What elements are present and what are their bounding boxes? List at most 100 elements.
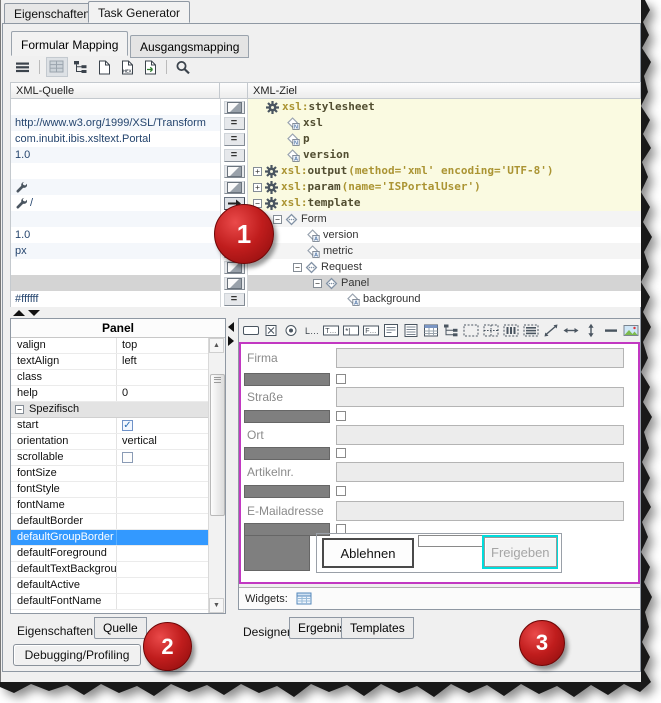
- tab-quelle[interactable]: Quelle: [94, 617, 147, 639]
- tree-expander-icon[interactable]: −: [313, 279, 322, 288]
- separator-widget-icon[interactable]: [601, 322, 620, 340]
- source-row[interactable]: px: [11, 243, 220, 259]
- source-row[interactable]: /: [11, 195, 220, 211]
- tree-row-background[interactable]: Abackground: [248, 291, 641, 307]
- image-widget-icon[interactable]: [621, 322, 640, 340]
- group-collapse-icon[interactable]: −: [15, 405, 24, 414]
- debugging-profiling-button[interactable]: Debugging/Profiling: [13, 644, 141, 666]
- rows-widget-icon[interactable]: [521, 322, 540, 340]
- form-checkbox[interactable]: [336, 448, 346, 458]
- property-row-defaulttextbackground[interactable]: defaultTextBackground: [11, 562, 225, 578]
- document-export-icon[interactable]: [140, 58, 160, 76]
- tree-row-version[interactable]: Aversion: [248, 147, 641, 163]
- equals-mapping-button[interactable]: =: [224, 293, 245, 306]
- property-row-defaultborder[interactable]: defaultBorder: [11, 514, 225, 530]
- property-row-scrollable[interactable]: scrollable: [11, 450, 225, 466]
- form-label-firma[interactable]: Firma: [247, 351, 278, 365]
- property-row-valign[interactable]: valigntop: [11, 338, 225, 354]
- tab-task-generator[interactable]: Task Generator: [88, 1, 190, 23]
- placeholder-widget[interactable]: [244, 535, 310, 571]
- tab-eigenschaften[interactable]: Eigenschaften: [15, 620, 95, 642]
- tree-row-param[interactable]: +xsl:param (name='ISPortalUser'): [248, 179, 641, 195]
- search-icon[interactable]: [173, 58, 193, 76]
- property-row-help[interactable]: help0: [11, 386, 225, 402]
- function-mapping-button[interactable]: [224, 101, 245, 114]
- splitter-collapse-down-icon[interactable]: [28, 310, 40, 316]
- tree-expander-icon[interactable]: +: [253, 183, 262, 192]
- function-mapping-button[interactable]: [224, 165, 245, 178]
- form-hidden-widget-bar[interactable]: [244, 447, 330, 460]
- property-row-defaultforeground[interactable]: defaultForeground: [11, 546, 225, 562]
- menu-icon[interactable]: [13, 58, 33, 76]
- resize-vertical-widget-icon[interactable]: [581, 322, 600, 340]
- equals-mapping-button[interactable]: =: [224, 117, 245, 130]
- source-row[interactable]: [11, 211, 220, 227]
- tree-row-Panel[interactable]: −Panel: [248, 275, 641, 291]
- tree-row-output[interactable]: +xsl:output (method='xml' encoding='UTF-…: [248, 163, 641, 179]
- form-label-e-mailadresse[interactable]: E-Mailadresse: [247, 504, 324, 518]
- source-row[interactable]: http://www.w3.org/1999/XSL/Transform: [11, 115, 220, 131]
- horizontal-splitter[interactable]: [3, 308, 640, 318]
- table-widget-icon[interactable]: [421, 322, 440, 340]
- form-textfield[interactable]: [336, 462, 624, 482]
- checkbox-widget-icon[interactable]: [261, 322, 280, 340]
- tab-templates[interactable]: Templates: [341, 617, 414, 639]
- source-row[interactable]: [11, 163, 220, 179]
- label-widget-icon[interactable]: L…: [301, 322, 320, 340]
- checked-checkbox[interactable]: ✓: [122, 420, 133, 431]
- list-widget-icon[interactable]: [401, 322, 420, 340]
- textfield-widget-icon[interactable]: T…: [321, 322, 340, 340]
- scroll-down-icon[interactable]: ▼: [209, 598, 224, 613]
- source-row[interactable]: com.inubit.ibis.xsltext.Portal: [11, 131, 220, 147]
- equals-mapping-button[interactable]: =: [224, 149, 245, 162]
- scroll-up-icon[interactable]: ▲: [209, 338, 224, 353]
- form-checkbox[interactable]: [336, 374, 346, 384]
- resize-horizontal-widget-icon[interactable]: [561, 322, 580, 340]
- splitter-collapse-up-icon[interactable]: [13, 310, 25, 316]
- document-hex-icon[interactable]: HEX: [117, 58, 137, 76]
- source-row[interactable]: [11, 99, 220, 115]
- function-mapping-button[interactable]: [224, 277, 245, 290]
- tree-row-template[interactable]: −xsl:template: [248, 195, 641, 211]
- collapse-right-icon[interactable]: [228, 336, 234, 346]
- source-row[interactable]: [11, 275, 220, 291]
- form-checkbox[interactable]: [336, 411, 346, 421]
- tree-row-version[interactable]: Aversion: [248, 227, 641, 243]
- unchecked-checkbox[interactable]: [122, 452, 133, 463]
- form-checkbox[interactable]: [336, 486, 346, 496]
- scrollbar-thumb[interactable]: [210, 374, 225, 516]
- form-label-ort[interactable]: Ort: [247, 428, 264, 442]
- collapse-left-icon[interactable]: [228, 322, 234, 332]
- tree-widget-icon[interactable]: [441, 322, 460, 340]
- form-label-artikelnr-[interactable]: Artikelnr.: [247, 465, 294, 479]
- equals-mapping-button[interactable]: =: [224, 133, 245, 146]
- property-row-textalign[interactable]: textAlignleft: [11, 354, 225, 370]
- grid-view-icon[interactable]: [46, 57, 68, 77]
- form-hidden-widget-bar[interactable]: [244, 485, 330, 498]
- form-textfield[interactable]: [336, 425, 624, 445]
- approve-button[interactable]: Freigeben: [484, 537, 557, 567]
- radiobutton-widget-icon[interactable]: [281, 322, 300, 340]
- property-row-fontsize[interactable]: fontSize: [11, 466, 225, 482]
- property-row-start[interactable]: start✓: [11, 418, 225, 434]
- form-label-stra-e[interactable]: Straße: [247, 390, 283, 404]
- property-row-defaultgroupborder[interactable]: defaultGroupBorder: [11, 530, 225, 546]
- property-row-orientation[interactable]: orientationvertical: [11, 434, 225, 450]
- tree-row-Form[interactable]: −Form: [248, 211, 641, 227]
- tab-ausgangsmapping[interactable]: Ausgangsmapping: [130, 35, 249, 58]
- tree-row-metric[interactable]: Ametric: [248, 243, 641, 259]
- form-textfield[interactable]: [336, 501, 624, 521]
- tab-formular-mapping[interactable]: Formular Mapping: [11, 31, 128, 56]
- function-mapping-button[interactable]: [224, 181, 245, 194]
- tree-row-xsl[interactable]: Nxsl: [248, 115, 641, 131]
- tab-eigenschaften[interactable]: Eigenschaften: [4, 3, 100, 24]
- tree-expander-icon[interactable]: +: [253, 167, 262, 176]
- properties-scrollbar[interactable]: ▲ ▼: [208, 338, 225, 613]
- document-icon[interactable]: [94, 58, 114, 76]
- formatted-field-widget-icon[interactable]: F…: [361, 322, 380, 340]
- source-row[interactable]: 1.0: [11, 147, 220, 163]
- table-widget-shortcut-icon[interactable]: [296, 592, 312, 605]
- tab-designer[interactable]: Designer: [241, 621, 293, 643]
- resize-diagonal-widget-icon[interactable]: [541, 322, 560, 340]
- panel-widget-icon[interactable]: [461, 322, 480, 340]
